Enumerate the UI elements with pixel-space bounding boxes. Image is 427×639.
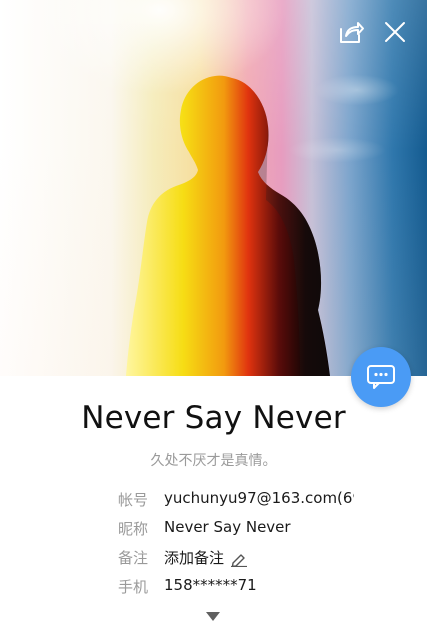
account-value[interactable]: yuchunyu97@163.com(69	[164, 489, 354, 507]
add-remark-button[interactable]: 添加备注	[164, 547, 248, 568]
phone-label: 手机	[118, 578, 149, 596]
profile-card: Never Say Never 久处不厌才是真情。 帐号 yuchunyu97@…	[0, 0, 427, 639]
info-row-remark: 备注 添加备注	[0, 547, 427, 569]
info-row-account: 帐号 yuchunyu97@163.com(69	[0, 489, 427, 511]
close-icon	[385, 22, 405, 42]
profile-signature: 久处不厌才是真情。	[150, 453, 277, 469]
chat-bubble-icon	[367, 365, 395, 389]
nickname-label: 昵称	[118, 520, 149, 538]
info-row-phone: 手机 158******71	[0, 576, 427, 598]
close-button[interactable]	[379, 16, 411, 48]
chevron-down-icon[interactable]	[206, 612, 220, 621]
share-button[interactable]	[335, 16, 367, 48]
remark-label: 备注	[118, 549, 149, 567]
phone-value: 158******71	[164, 576, 257, 594]
share-icon	[340, 22, 364, 43]
profile-name: Never Say Never	[81, 400, 346, 436]
account-label: 帐号	[118, 491, 149, 509]
remark-value: 添加备注	[164, 549, 225, 567]
pencil-icon[interactable]	[230, 551, 248, 567]
nickname-value: Never Say Never	[164, 518, 291, 536]
silhouette-figure	[126, 75, 330, 376]
send-message-button[interactable]	[351, 347, 411, 407]
info-row-nickname: 昵称 Never Say Never	[0, 518, 427, 540]
cover-image	[0, 0, 427, 376]
